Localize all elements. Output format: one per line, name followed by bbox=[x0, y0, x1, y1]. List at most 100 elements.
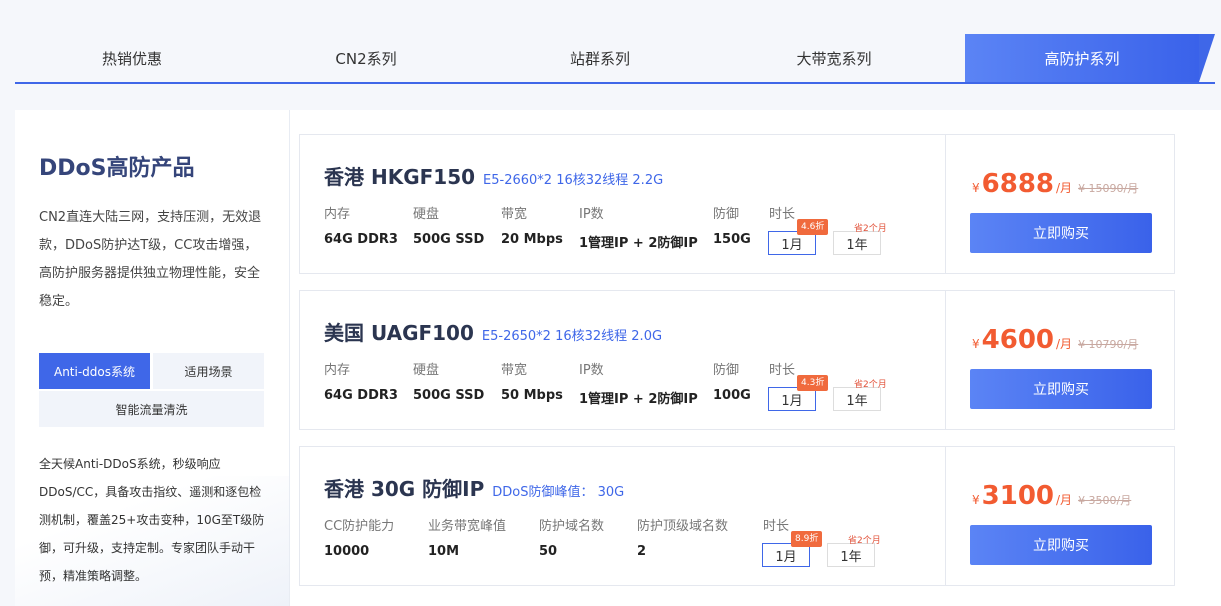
spec-top-domain-count: 防护顶级域名数 2 bbox=[637, 515, 728, 559]
price-unit: /月 bbox=[1056, 337, 1073, 351]
spec-value: 64G DDR3 bbox=[324, 388, 398, 403]
spec-domain-count: 防护域名数 50 bbox=[539, 515, 604, 559]
price-unit: /月 bbox=[1056, 493, 1073, 507]
price-unit: /月 bbox=[1056, 181, 1073, 195]
product-title: 香港 30G 防御IP DDoS防御峰值： 30G bbox=[324, 473, 624, 502]
spec-label: IP数 bbox=[579, 363, 604, 378]
tab-cn2-series[interactable]: CN2系列 bbox=[249, 34, 483, 82]
original-price: ¥ 15090/月 bbox=[1078, 182, 1139, 195]
duration-label: 时长 bbox=[769, 363, 796, 378]
spec-memory: 内存 64G DDR3 bbox=[324, 359, 398, 403]
duration-year-option[interactable]: 1年 bbox=[833, 387, 881, 411]
buy-now-button[interactable]: 立即购买 bbox=[970, 369, 1152, 409]
spec-bandwidth-peak: 业务带宽峰值 10M bbox=[428, 515, 506, 559]
tab-hot-deals[interactable]: 热销优惠 bbox=[15, 34, 249, 82]
currency-symbol: ¥ bbox=[972, 337, 980, 351]
spec-label: IP数 bbox=[579, 207, 604, 222]
tab-big-bandwidth-series[interactable]: 大带宽系列 bbox=[717, 34, 951, 82]
spec-label: CC防护能力 bbox=[324, 519, 395, 534]
spec-value: 150G bbox=[713, 232, 751, 247]
price: ¥ 6888 /月 ¥ 15090/月 bbox=[972, 169, 1138, 199]
product-cpu: E5-2660*2 16核32线程 2.2G bbox=[483, 173, 664, 188]
product-cpu: E5-2650*2 16核32线程 2.0G bbox=[481, 329, 663, 344]
product-name: 香港 30G 防御IP bbox=[324, 477, 485, 501]
spec-label: 防御 bbox=[713, 207, 740, 222]
spec-label: 带宽 bbox=[501, 207, 528, 222]
spec-label: 业务带宽峰值 bbox=[428, 519, 507, 534]
product-card: 香港 30G 防御IP DDoS防御峰值： 30G CC防护能力 10000 业… bbox=[299, 446, 1175, 586]
product-name: 美国 UAGF100 bbox=[324, 321, 474, 345]
sidebar-description: CN2直连大陆三网，支持压测，无效退款，DDoS防护达T级，CC攻击增强，高防护… bbox=[39, 210, 262, 309]
original-price: ¥ 3500/月 bbox=[1078, 494, 1132, 507]
save-badge: 省2个月 bbox=[854, 224, 887, 234]
product-title: 美国 UAGF100 E5-2650*2 16核32线程 2.0G bbox=[324, 317, 662, 346]
spec-value: 500G SSD bbox=[413, 388, 485, 403]
spec-memory: 内存 64G DDR3 bbox=[324, 203, 398, 247]
tab-site-group-series[interactable]: 站群系列 bbox=[483, 34, 717, 82]
spec-value: 2 bbox=[637, 544, 647, 559]
product-card: 美国 UAGF100 E5-2650*2 16核32线程 2.0G 内存 64G… bbox=[299, 290, 1175, 430]
spec-cc-protection: CC防护能力 10000 bbox=[324, 515, 394, 559]
price-panel: ¥ 3100 /月 ¥ 3500/月 立即购买 bbox=[945, 447, 1174, 585]
currency-symbol: ¥ bbox=[972, 181, 980, 195]
tab-use-cases[interactable]: 适用场景 bbox=[153, 353, 264, 389]
spec-value: 64G DDR3 bbox=[324, 232, 398, 247]
product-title: 香港 HKGF150 E5-2660*2 16核32线程 2.2G bbox=[324, 161, 663, 190]
product-name: 香港 HKGF150 bbox=[324, 165, 476, 189]
spec-value: 10M bbox=[428, 544, 460, 559]
product-card: 香港 HKGF150 E5-2660*2 16核32线程 2.2G 内存 64G… bbox=[299, 134, 1175, 274]
spec-ip-count: IP数 1管理IP + 2防御IP bbox=[579, 203, 698, 251]
spec-label: 硬盘 bbox=[413, 207, 440, 222]
spec-label: 带宽 bbox=[501, 363, 528, 378]
sidebar-title: DDoS高防产品 bbox=[39, 156, 195, 181]
product-defense-peak: DDoS防御峰值： 30G bbox=[492, 485, 625, 500]
duration-label: 时长 bbox=[763, 519, 790, 534]
spec-label: 防护域名数 bbox=[539, 519, 605, 534]
spec-label: 防御 bbox=[713, 363, 740, 378]
spec-value: 1管理IP + 2防御IP bbox=[579, 392, 698, 407]
price-value: 6888 bbox=[981, 169, 1055, 199]
spec-label: 内存 bbox=[324, 207, 351, 222]
spec-label: 硬盘 bbox=[413, 363, 440, 378]
buy-now-button[interactable]: 立即购买 bbox=[970, 213, 1152, 253]
spec-value: 10000 bbox=[324, 544, 370, 559]
spec-bandwidth: 带宽 50 Mbps bbox=[501, 359, 563, 403]
spec-defense: 防御 100G bbox=[713, 359, 751, 403]
spec-defense: 防御 150G bbox=[713, 203, 751, 247]
spec-label: 防护顶级域名数 bbox=[637, 519, 729, 534]
spec-value: 20 Mbps bbox=[501, 232, 563, 247]
duration-year-option[interactable]: 1年 bbox=[833, 231, 881, 255]
spec-value: 1管理IP + 2防御IP bbox=[579, 236, 698, 251]
price: ¥ 3100 /月 ¥ 3500/月 bbox=[972, 481, 1131, 511]
spec-ip-count: IP数 1管理IP + 2防御IP bbox=[579, 359, 698, 407]
feature-description: 全天候Anti-DDoS系统，秒级响应DDoS/CC，具备攻击指纹、遥测和逐包检… bbox=[39, 457, 265, 583]
spec-label: 内存 bbox=[324, 363, 351, 378]
price: ¥ 4600 /月 ¥ 10790/月 bbox=[972, 325, 1138, 355]
price-panel: ¥ 6888 /月 ¥ 15090/月 立即购买 bbox=[945, 135, 1174, 273]
price-panel: ¥ 4600 /月 ¥ 10790/月 立即购买 bbox=[945, 291, 1174, 429]
duration-label: 时长 bbox=[769, 207, 796, 222]
series-tab-bar: 热销优惠 CN2系列 站群系列 大带宽系列 高防护系列 bbox=[15, 34, 1215, 84]
product-intro-sidebar: DDoS高防产品 CN2直连大陆三网，支持压测，无效退款，DDoS防护达T级，C… bbox=[15, 110, 290, 606]
discount-badge: 4.6折 bbox=[797, 219, 829, 235]
currency-symbol: ¥ bbox=[972, 493, 980, 507]
price-value: 3100 bbox=[981, 481, 1055, 511]
product-info: 美国 UAGF100 E5-2650*2 16核32线程 2.0G 内存 64G… bbox=[300, 291, 945, 429]
price-value: 4600 bbox=[981, 325, 1055, 355]
duration-year-option[interactable]: 1年 bbox=[827, 543, 875, 567]
tab-anti-ddos-system[interactable]: Anti-ddos系统 bbox=[39, 353, 150, 389]
product-info: 香港 30G 防御IP DDoS防御峰值： 30G CC防护能力 10000 业… bbox=[300, 447, 945, 585]
original-price: ¥ 10790/月 bbox=[1078, 338, 1139, 351]
spec-value: 50 bbox=[539, 544, 558, 559]
tab-high-protection-series[interactable]: 高防护系列 bbox=[965, 34, 1215, 82]
save-badge: 省2个月 bbox=[854, 380, 887, 390]
discount-badge: 8.9折 bbox=[791, 531, 823, 547]
spec-bandwidth: 带宽 20 Mbps bbox=[501, 203, 563, 247]
buy-now-button[interactable]: 立即购买 bbox=[970, 525, 1152, 565]
product-info: 香港 HKGF150 E5-2660*2 16核32线程 2.2G 内存 64G… bbox=[300, 135, 945, 273]
tab-smart-traffic-cleaning[interactable]: 智能流量清洗 bbox=[39, 391, 264, 427]
spec-value: 500G SSD bbox=[413, 232, 485, 247]
spec-disk: 硬盘 500G SSD bbox=[413, 203, 484, 247]
spec-value: 100G bbox=[713, 388, 751, 403]
spec-disk: 硬盘 500G SSD bbox=[413, 359, 484, 403]
